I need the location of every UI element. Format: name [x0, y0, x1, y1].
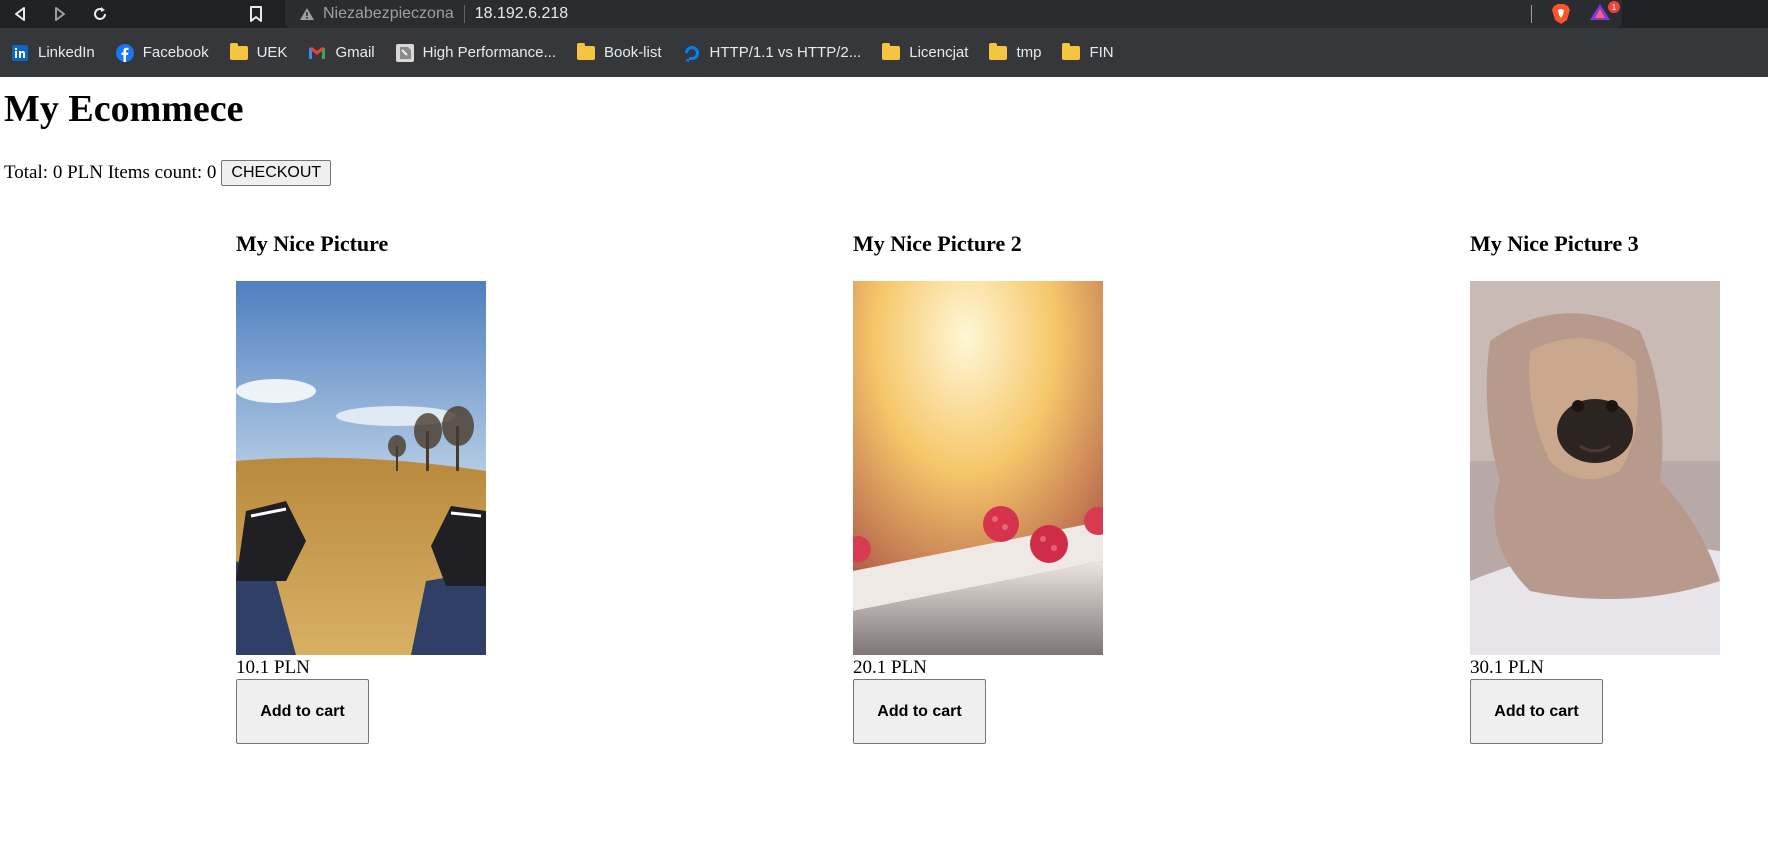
bookmark-licencjat[interactable]: Licencjat — [882, 42, 969, 62]
folder-icon — [229, 42, 248, 62]
bookmark-page-button[interactable] — [244, 2, 268, 26]
security-label[interactable]: Niezabezpieczona — [323, 5, 454, 23]
facebook-icon — [115, 43, 134, 62]
folder-icon — [989, 42, 1008, 62]
pug-in-blanket-photo — [1470, 281, 1720, 655]
add-to-cart-button[interactable]: Add to cart — [853, 679, 986, 744]
bookmark-icon — [250, 6, 262, 22]
reload-button[interactable] — [88, 2, 112, 26]
bookmark-linkedin[interactable]: LinkedIn — [11, 44, 95, 62]
address-bar[interactable]: Niezabezpieczona 18.192.6.218 1 — [285, 0, 1622, 28]
bookmark-high-performance[interactable]: High Performance... — [395, 43, 556, 62]
product-image — [853, 281, 1103, 655]
product-image — [236, 281, 486, 655]
page-title: My Ecommece — [4, 88, 244, 130]
bookmarks-bar: LinkedIn Facebook UEK Gmail High Perform… — [0, 28, 1768, 77]
bookmark-fin[interactable]: FIN — [1062, 42, 1114, 62]
product-price: 10.1 PLN — [236, 657, 310, 678]
forward-button[interactable] — [48, 2, 72, 26]
page-icon — [395, 43, 414, 62]
items-count-value: 0 — [206, 162, 217, 183]
bookmark-label: FIN — [1089, 44, 1114, 61]
total-currency: PLN — [67, 162, 103, 183]
product-price: 20.1 PLN — [853, 657, 927, 678]
add-to-cart-button[interactable]: Add to cart — [236, 679, 369, 744]
page-content: My Ecommece Total: 0 PLN Items count: 0 … — [0, 77, 1768, 854]
bookmark-http[interactable]: HTTP/1.1 vs HTTP/2... — [683, 44, 862, 62]
digitalocean-icon — [683, 44, 701, 62]
product-card: My Nice Picture 2 20.1 PLN Add to cart — [853, 231, 1103, 744]
reload-icon — [94, 7, 106, 20]
bookmark-label: tmp — [1016, 44, 1042, 61]
bookmark-label: Book-list — [604, 44, 662, 61]
bookmark-facebook[interactable]: Facebook — [115, 43, 209, 62]
folder-icon — [882, 42, 901, 62]
bookmark-uek[interactable]: UEK — [229, 42, 288, 62]
cart-summary: Total: 0 PLN Items count: 0 CHECKOUT — [4, 160, 332, 186]
field-with-sneakers-photo — [236, 281, 486, 655]
brave-shields-icon[interactable] — [1551, 3, 1571, 30]
bookmark-label: Facebook — [142, 44, 209, 61]
browser-toolbar: Niezabezpieczona 18.192.6.218 1 — [0, 0, 1768, 28]
bookmark-book-list[interactable]: Book-list — [577, 42, 662, 62]
checkout-button[interactable]: CHECKOUT — [221, 160, 332, 186]
product-card: My Nice Picture 10.1 PLN Add to cart — [236, 231, 486, 744]
product-title: My Nice Picture — [236, 231, 389, 256]
add-to-cart-button[interactable]: Add to cart — [1470, 679, 1603, 744]
total-label: Total: — [4, 162, 49, 183]
folder-icon — [577, 42, 595, 62]
url-text[interactable]: 18.192.6.218 — [475, 5, 568, 23]
product-title: My Nice Picture 2 — [853, 231, 1022, 256]
rewards-badge: 1 — [1608, 1, 1620, 13]
raspberries-photo — [853, 281, 1103, 655]
address-right-divider — [1531, 5, 1532, 23]
gmail-icon — [308, 44, 326, 62]
bookmark-label: LinkedIn — [38, 44, 95, 61]
product-image — [1470, 281, 1720, 655]
bookmark-label: Gmail — [335, 44, 375, 61]
linkedin-icon — [11, 44, 29, 62]
folder-icon — [1062, 42, 1081, 62]
product-card: My Nice Picture 3 30.1 PLN Add to cart — [1470, 231, 1720, 744]
back-icon — [15, 7, 25, 21]
total-value: 0 — [52, 162, 63, 183]
items-count-label: Items count: — [107, 162, 203, 183]
bookmark-label: UEK — [256, 44, 288, 61]
bookmark-tmp[interactable]: tmp — [989, 42, 1042, 62]
back-button[interactable] — [8, 2, 32, 26]
bookmark-label: Licencjat — [909, 44, 969, 61]
forward-icon — [55, 7, 65, 21]
warning-icon — [299, 6, 315, 22]
bookmark-label: HTTP/1.1 vs HTTP/2... — [709, 44, 862, 61]
bookmark-label: High Performance... — [422, 44, 556, 61]
bookmark-gmail[interactable]: Gmail — [308, 44, 375, 62]
product-price: 30.1 PLN — [1470, 657, 1544, 678]
address-divider — [463, 5, 465, 23]
product-title: My Nice Picture 3 — [1470, 231, 1639, 256]
